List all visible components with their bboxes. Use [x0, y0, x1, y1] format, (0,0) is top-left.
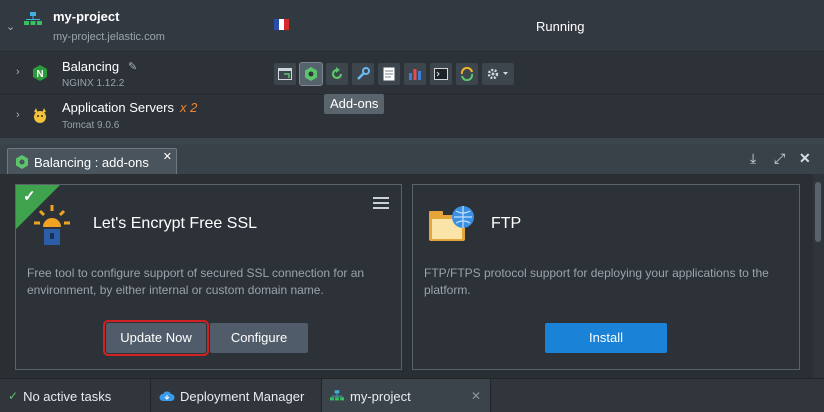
check-icon: ✓ [8, 389, 19, 403]
environment-status: Running [536, 19, 585, 34]
settings-icon[interactable] [482, 63, 514, 85]
environment-panel: ⌄ my-project my-project.jelastic.com Run… [0, 0, 824, 138]
log-icon[interactable] [378, 63, 400, 85]
maximize-icon[interactable]: ⤢ [774, 150, 785, 167]
add-ons-icon [16, 155, 28, 169]
addon-card-ftp: FTP FTP/FTPS protocol support for deploy… [412, 184, 800, 370]
expand-chevron-icon[interactable]: › [16, 109, 20, 121]
add-ons-icon[interactable] [299, 62, 323, 86]
config-icon[interactable] [352, 63, 374, 85]
scrollbar[interactable] [813, 174, 824, 378]
restart-icon[interactable] [326, 63, 348, 85]
expand-chevron-icon[interactable]: › [16, 66, 20, 78]
close-panel-icon[interactable]: ✕ [799, 150, 811, 167]
env-tab-content[interactable]: my-project [330, 379, 411, 412]
install-button[interactable]: Install [545, 323, 667, 353]
lets-encrypt-icon [34, 205, 70, 245]
cloud-icon [159, 391, 175, 401]
statistics-icon[interactable] [404, 63, 426, 85]
node-row-app-servers[interactable]: › Application Servers x 2 Tomcat 9.0.6 [0, 96, 824, 138]
environment-icon [24, 12, 42, 25]
download-icon[interactable]: ⤓ [750, 150, 756, 167]
addon-description: FTP/FTPS protocol support for deploying … [424, 266, 769, 297]
scrollbar-thumb[interactable] [815, 182, 821, 242]
tab-balancing-addons[interactable]: Balancing : add-ons ✕ [7, 148, 177, 174]
status-bar: ✓ No active tasks Deployment Manager my-… [0, 378, 824, 412]
ftp-folder-icon [429, 206, 474, 241]
tomcat-icon [34, 108, 46, 123]
deployment-manager-tab[interactable]: Deployment Manager [159, 379, 304, 412]
addon-title: Let's Encrypt Free SSL [93, 215, 258, 232]
svg-text:N: N [36, 69, 43, 80]
configure-button[interactable]: Configure [210, 323, 308, 353]
close-icon[interactable]: ✕ [163, 150, 172, 163]
tab-label: Balancing : add-ons [34, 155, 149, 170]
menu-icon[interactable] [373, 197, 389, 209]
redeploy-icon[interactable] [456, 63, 478, 85]
node-name: Application Servers x 2 [62, 100, 198, 115]
web-ssh-icon[interactable] [430, 63, 452, 85]
environment-url[interactable]: my-project.jelastic.com [53, 31, 165, 43]
addon-description: Free tool to configure support of secure… [27, 266, 365, 297]
node-version: NGINX 1.12.2 [62, 78, 125, 89]
environment-name[interactable]: my-project [53, 9, 119, 24]
panel-tabbar: Balancing : add-ons ✕ ⤓ ⤢ ✕ [0, 144, 824, 174]
environment-row[interactable]: ⌄ my-project my-project.jelastic.com Run… [0, 0, 824, 52]
region-flag-icon [274, 19, 289, 30]
node-version: Tomcat 9.0.6 [62, 120, 120, 131]
close-icon[interactable]: ✕ [471, 379, 481, 412]
env-tab-label: my-project [350, 388, 411, 404]
node-name: Balancing [62, 59, 120, 74]
open-in-browser-icon[interactable] [274, 63, 296, 85]
update-now-button[interactable]: Update Now [103, 320, 209, 356]
tasks-label: No active tasks [23, 388, 112, 404]
nginx-icon: N [33, 65, 47, 81]
node-count: x 2 [180, 100, 198, 115]
tasks-indicator[interactable]: ✓ No active tasks [8, 379, 111, 412]
collapse-chevron-icon[interactable]: ⌄ [6, 20, 15, 33]
add-ons-tooltip: Add-ons [324, 94, 385, 114]
edit-pencil-icon[interactable]: ✎ [128, 60, 137, 73]
addons-panel: Balancing : add-ons ✕ ⤓ ⤢ ✕ ✓ Let's Encr… [0, 144, 824, 378]
node-toolbar [274, 62, 514, 86]
addon-title: FTP [491, 215, 522, 232]
deployment-manager-label: Deployment Manager [180, 388, 305, 404]
addon-card-letsencrypt: ✓ Let's Encrypt Free SSL Free tool to co… [15, 184, 402, 370]
environment-icon [330, 389, 344, 400]
